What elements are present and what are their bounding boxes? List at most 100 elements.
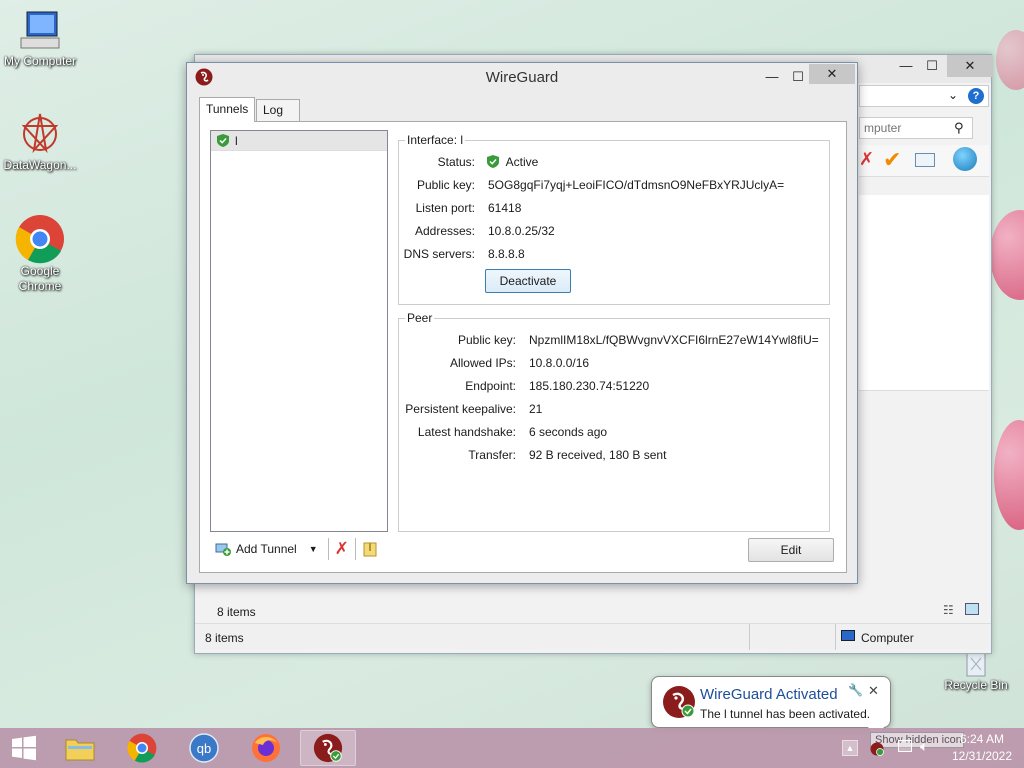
transfer-value[interactable]: 92 B received, 180 B sent [529,446,666,464]
tab-tunnels[interactable]: Tunnels [199,97,255,122]
taskbar-google-chrome[interactable] [114,730,170,766]
listen-port-label: Listen port: [415,201,475,215]
listen-port-value[interactable]: 61418 [488,199,521,217]
transfer-row: Transfer: 92 B received, 180 B sent [399,446,829,464]
deactivate-button[interactable]: Deactivate [485,269,571,293]
address-bar[interactable]: ⌄ ? [859,85,989,107]
desktop-icon-datawagon[interactable]: DataWagon... [0,110,80,173]
wireguard-logo-icon [663,686,695,718]
delete-tunnel-icon[interactable]: ✗ [335,539,349,559]
allowed-ips-row: Allowed IPs: 10.8.0.0/16 [399,354,829,372]
taskbar-firefox[interactable] [238,730,294,766]
tunnel-name: l [235,133,238,148]
tunnel-list[interactable]: l [210,130,388,532]
keepalive-row: Persistent keepalive: 21 [399,400,829,418]
status-row: Status: Active [399,153,829,171]
explorer-details-bar: 8 items ☷ [205,599,985,623]
checkmark-icon[interactable]: ✔ [883,147,901,173]
wireguard-tray-icon[interactable] [870,742,884,756]
chrome-icon [127,733,157,763]
close-button[interactable]: ✕ [809,64,855,84]
items-count: 8 items [217,605,256,619]
wireguard-logo-icon [313,733,343,763]
network-icon[interactable] [898,740,912,752]
clock[interactable]: 6:24 AM 12/31/2022 [950,732,1014,763]
tunnel-toolbar: Add Tunnel ▼ ✗ [210,536,378,562]
notification-message: The l tunnel has been activated. [700,707,871,721]
handshake-row: Latest handshake: 6 seconds ago [399,423,829,441]
interface-group: Interface: l Status: Active Public key: … [398,133,830,305]
start-button[interactable] [0,730,48,766]
addresses-label: Addresses: [414,224,475,238]
status-value-group: Active [487,153,538,171]
thumbnail-view-icon[interactable] [965,603,979,615]
clock-time: 6:24 AM [959,732,1005,746]
keepalive-value[interactable]: 21 [529,400,542,418]
help-icon[interactable]: ? [968,88,984,104]
add-tunnel-button[interactable]: Add Tunnel ▼ [210,537,322,561]
toolbar-separator [327,538,329,560]
allowed-ips-value[interactable]: 10.8.0.0/16 [529,354,589,372]
computer-icon [841,630,855,641]
desktop-icon-label: Recycle Bin [944,678,1008,692]
handshake-label: Latest handshake: [417,425,516,439]
status-value: Active [505,155,539,169]
wireguard-window[interactable]: WireGuard — ☐ ✕ Tunnels Log l Add Tunnel… [186,62,858,584]
notification-toast[interactable]: WireGuard Activated The l tunnel has bee… [651,676,891,728]
taskbar-qbittorrent[interactable]: qb [176,730,232,766]
export-zip-icon[interactable] [362,541,378,557]
search-icon[interactable]: ⚲ [954,120,964,136]
desktop-icon-recycle-bin[interactable]: Recycle Bin [936,648,1016,693]
edit-button[interactable]: Edit [748,538,834,562]
volume-icon[interactable]: 🔈︎ [920,738,928,755]
chevron-down-icon[interactable]: ▼ [309,544,318,554]
desktop-icon-google-chrome[interactable]: Google Chrome [0,214,80,294]
chevron-down-icon[interactable]: ⌄ [948,88,958,102]
endpoint-value[interactable]: 185.180.230.74:51220 [529,377,649,395]
dns-servers-value[interactable]: 8.8.8.8 [488,245,525,263]
desktop-icon-label: Google Chrome [18,264,62,293]
endpoint-label: Endpoint: [465,379,516,393]
details-view-icon[interactable]: ☷ [943,603,954,617]
clock-date: 12/31/2022 [951,749,1013,763]
explorer-content [859,195,989,391]
peer-public-key-row: Public key: NpzmlIM18xL/fQBWvgnvVXCFI6lr… [399,331,829,349]
status-items-count: 8 items [205,631,244,645]
peer-public-key-value[interactable]: NpzmlIM18xL/fQBWvgnvVXCFI6lrnE27eW14Ywl8… [529,331,819,349]
close-icon[interactable]: ✕ [868,683,879,699]
search-input[interactable] [864,119,954,137]
interface-group-title: Interface: l [405,133,466,147]
peer-group-title: Peer [405,311,435,325]
wireguard-titlebar[interactable]: WireGuard — ☐ ✕ [187,63,857,91]
tab-log[interactable]: Log [256,99,300,121]
maximize-button[interactable]: ☐ [917,55,947,77]
show-hidden-icons-button[interactable]: ▲ [842,740,858,756]
delete-icon[interactable]: ✗ [859,149,874,170]
tunnel-list-item[interactable]: l [211,131,387,151]
close-button[interactable]: ✕ [947,55,993,77]
wallpaper-petal [990,210,1024,300]
handshake-value[interactable]: 6 seconds ago [529,423,607,441]
allowed-ips-label: Allowed IPs: [449,356,516,370]
folder-icon [65,739,95,761]
public-key-row: Public key: 5OG8gqFi7yqj+LeoiFICO/dTdmsn… [399,176,829,194]
svg-text:qb: qb [197,741,211,756]
datawagon-icon [21,113,59,154]
rename-icon[interactable] [915,153,935,167]
globe-icon[interactable] [953,147,977,171]
addresses-value[interactable]: 10.8.0.25/32 [488,222,555,240]
transfer-label: Transfer: [468,448,516,462]
settings-wrench-icon[interactable]: 🔧 [848,683,863,697]
wallpaper-petal [996,30,1024,90]
taskbar-wireguard[interactable] [300,730,356,766]
desktop-icon-my-computer[interactable]: My Computer [0,8,80,69]
public-key-value[interactable]: 5OG8gqFi7yqj+LeoiFICO/dTdmsnO9NeFBxYRJUc… [488,176,784,194]
taskbar-file-explorer[interactable] [52,730,108,766]
active-shield-icon [487,155,499,168]
search-box[interactable]: ⚲ [859,117,973,139]
explorer-statusbar: 8 items Computer [195,623,991,650]
active-shield-icon [217,134,229,147]
dns-servers-row: DNS servers: 8.8.8.8 [399,245,829,263]
wallpaper-petal [994,420,1024,530]
desktop-icon-label: My Computer [3,54,77,68]
